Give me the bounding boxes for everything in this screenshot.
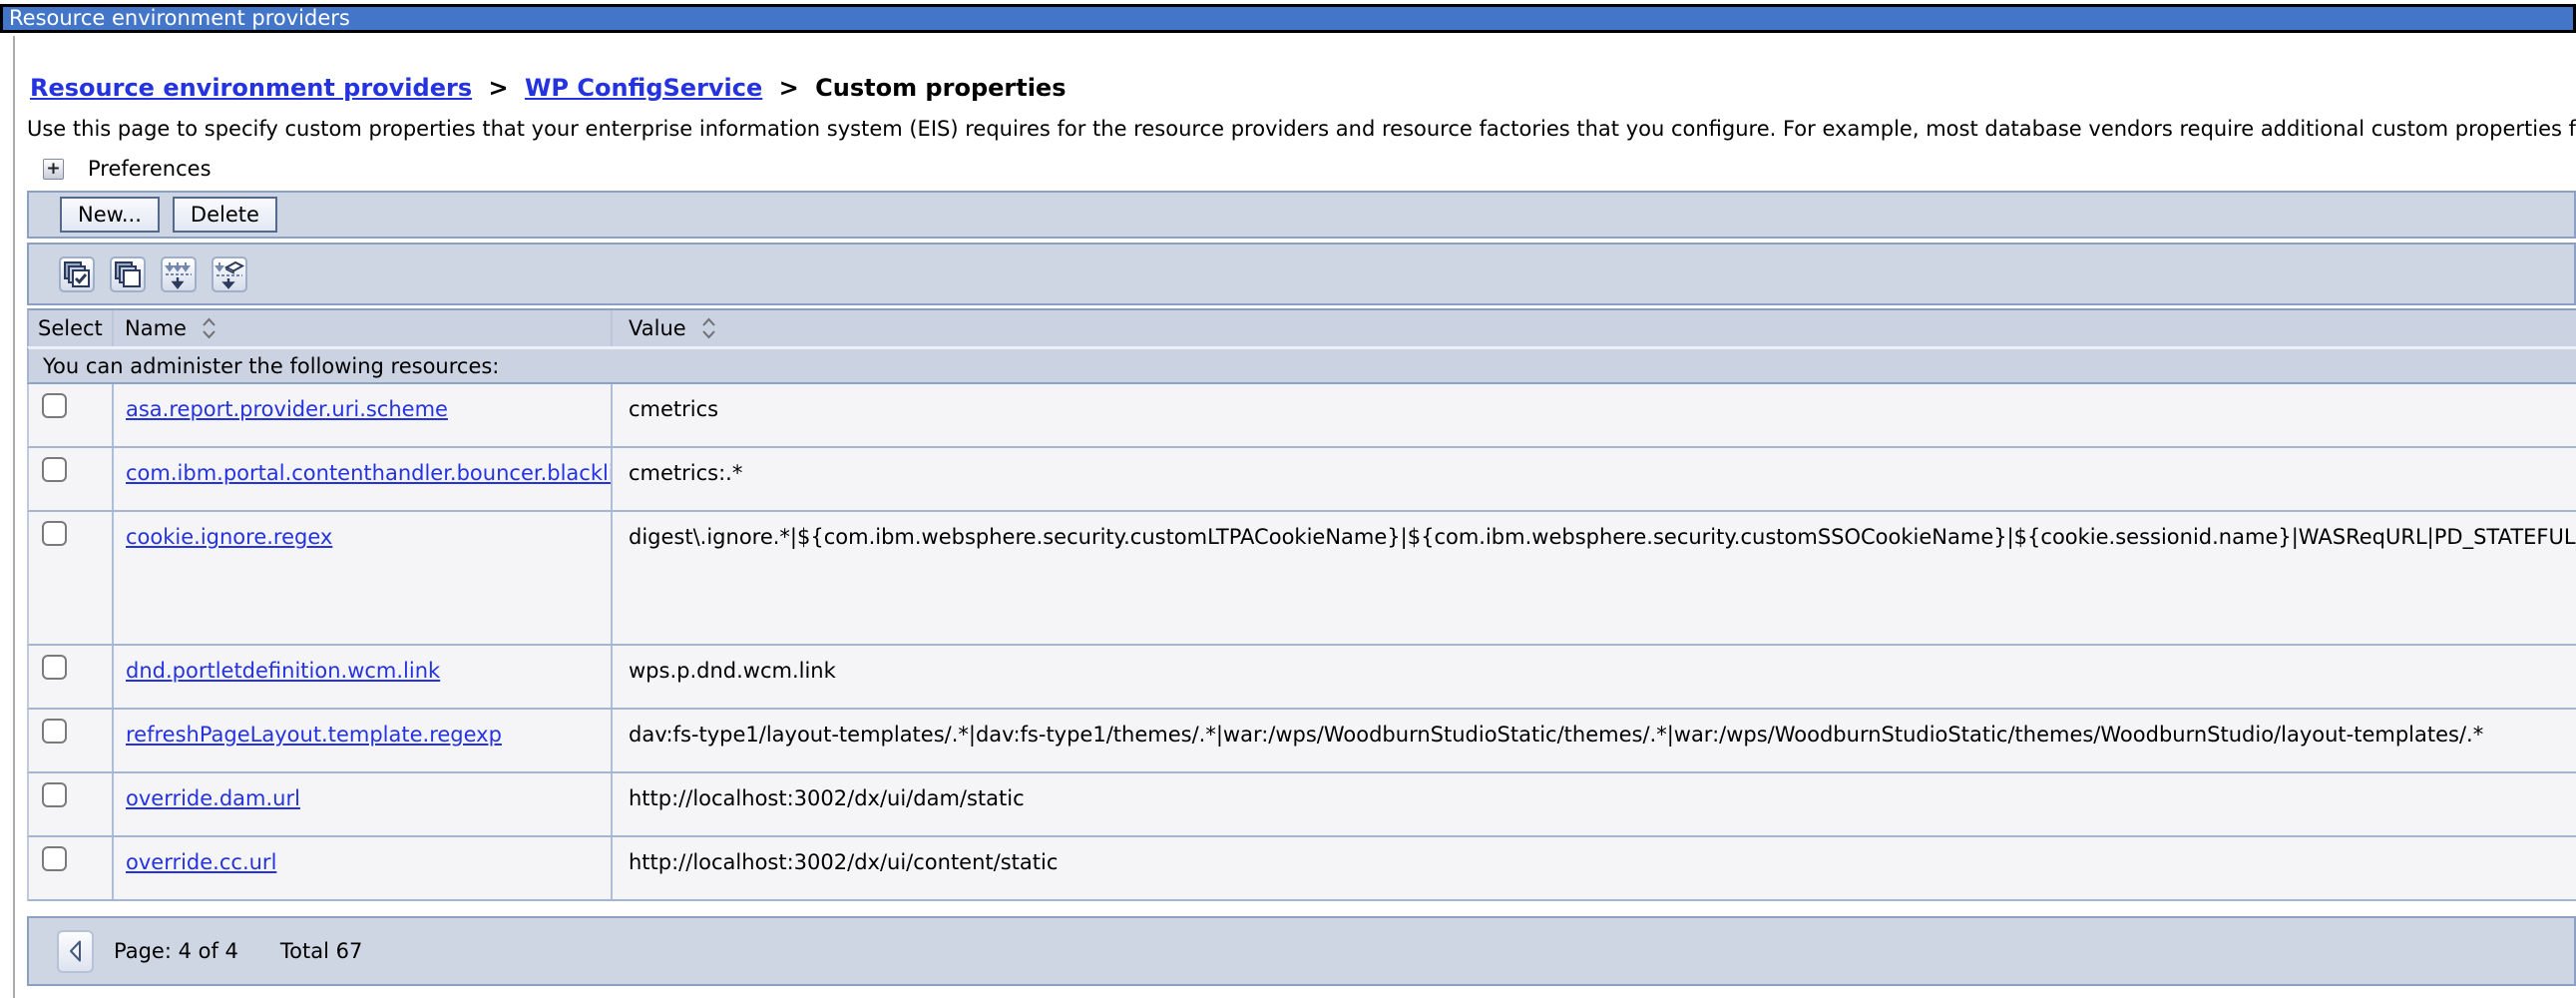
total-count: Total 67 [280,939,362,963]
property-name-link[interactable]: asa.report.provider.uri.scheme [126,397,448,421]
property-value: dav:fs-type1/layout-templates/.*|dav:fs-… [613,710,2576,771]
preferences-label: Preferences [88,157,212,181]
table-row: override.cc.url http://localhost:3002/dx… [27,837,2576,901]
table-header-row: Select Name Value [27,308,2576,346]
panel-left-border [13,36,15,998]
table-toolbar [27,243,2576,305]
select-cell [29,837,114,899]
select-cell [29,448,114,510]
row-checkbox[interactable] [42,719,67,744]
table-row: cookie.ignore.regex digest\.ignore.*|${c… [27,512,2576,646]
table-row: dnd.portletdefinition.wcm.link wps.p.dnd… [27,646,2576,710]
custom-properties-table: Select Name Value You can administer the… [27,308,2576,901]
pagination-bar: Page: 4 of 4 Total 67 [27,916,2576,986]
property-value: wps.p.dnd.wcm.link [613,646,2576,708]
select-cell [29,384,114,446]
breadcrumb-link-resource-environment-providers[interactable]: Resource environment providers [30,74,472,102]
property-value: cmetrics [613,384,2576,446]
show-filter-icon [164,259,194,289]
breadcrumb-current: Custom properties [815,74,1066,102]
breadcrumb-separator: > [488,74,508,102]
property-name-link[interactable]: com.ibm.portal.contenthandler.bouncer.bl… [126,461,613,485]
breadcrumb: Resource environment providers > WP Conf… [30,73,2576,103]
deselect-all-button[interactable] [110,256,146,292]
row-checkbox[interactable] [42,655,67,680]
select-cell [29,710,114,771]
property-value: http://localhost:3002/dx/ui/dam/static [613,773,2576,835]
property-name-link[interactable]: dnd.portletdefinition.wcm.link [126,659,440,683]
property-value: digest\.ignore.*|${com.ibm.websphere.sec… [613,512,2576,644]
table-caption: You can administer the following resourc… [27,346,2576,384]
column-header-select: Select [29,310,114,346]
breadcrumb-separator: > [779,74,799,102]
breadcrumb-link-wp-configservice[interactable]: WP ConfigService [525,74,762,102]
select-all-icon [62,259,92,289]
property-name-link[interactable]: refreshPageLayout.template.regexp [126,723,502,747]
name-cell: refreshPageLayout.template.regexp [114,710,613,771]
sort-carets-icon[interactable] [700,316,717,340]
preferences-toggle[interactable]: + Preferences [43,155,2576,183]
name-cell: com.ibm.portal.contenthandler.bouncer.bl… [114,448,613,510]
table-row: refreshPageLayout.template.regexp dav:fs… [27,710,2576,773]
select-cell [29,773,114,835]
row-checkbox[interactable] [42,457,67,482]
row-checkbox[interactable] [42,846,67,871]
sort-carets-icon[interactable] [201,316,217,340]
select-cell [29,646,114,708]
deselect-all-icon [113,259,143,289]
action-button-bar: New... Delete [27,191,2576,239]
name-cell: cookie.ignore.regex [114,512,613,644]
name-cell: override.cc.url [114,837,613,899]
table-row: asa.report.provider.uri.scheme cmetrics [27,384,2576,448]
property-name-link[interactable]: override.dam.url [126,786,300,810]
clear-filter-button[interactable] [212,256,247,292]
table-row: com.ibm.portal.contenthandler.bouncer.bl… [27,448,2576,512]
column-header-value-label: Value [629,316,686,340]
previous-page-icon [67,939,85,963]
delete-button[interactable]: Delete [173,197,277,233]
row-checkbox[interactable] [42,393,67,418]
property-value: http://localhost:3002/dx/ui/content/stat… [613,837,2576,899]
clear-filter-icon [215,259,244,289]
property-name-link[interactable]: override.cc.url [126,850,276,874]
page-description: Use this page to specify custom properti… [27,115,2576,143]
page-content: Resource environment providers > WP Conf… [27,73,2576,986]
previous-page-button[interactable] [57,930,94,973]
select-cell [29,512,114,644]
new-button[interactable]: New... [60,197,160,233]
portlet-title-bar: Resource environment providers [0,4,2576,33]
table-row: override.dam.url http://localhost:3002/d… [27,773,2576,837]
property-value: cmetrics:.* [613,448,2576,510]
select-all-button[interactable] [59,256,95,292]
row-checkbox[interactable] [42,782,67,807]
column-header-value: Value [613,310,2576,346]
name-cell: asa.report.provider.uri.scheme [114,384,613,446]
name-cell: dnd.portletdefinition.wcm.link [114,646,613,708]
column-header-name: Name [114,310,613,346]
row-checkbox[interactable] [42,521,67,546]
column-header-select-label: Select [38,316,103,340]
expand-plus-icon[interactable]: + [43,159,64,180]
name-cell: override.dam.url [114,773,613,835]
show-filter-button[interactable] [161,256,197,292]
page-indicator: Page: 4 of 4 [114,939,238,963]
property-name-link[interactable]: cookie.ignore.regex [126,525,332,549]
column-header-name-label: Name [125,316,187,340]
